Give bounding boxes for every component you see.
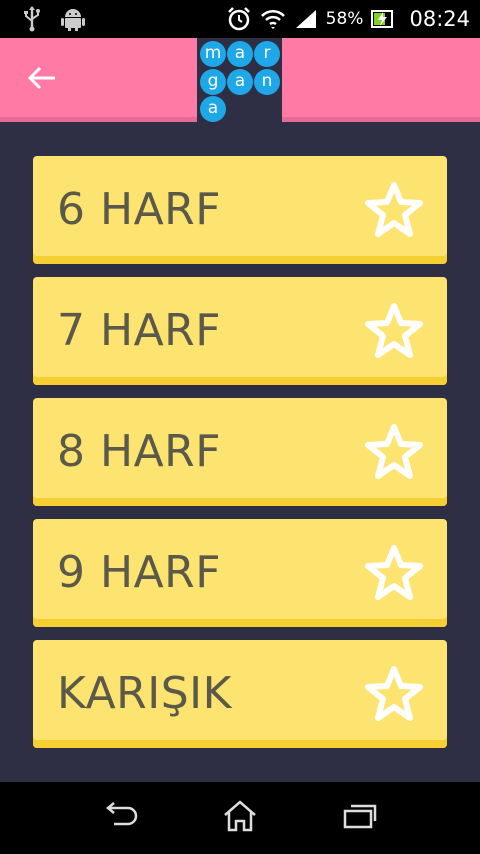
level-9-harf-button[interactable]: 9 HARF	[33, 519, 447, 627]
level-label: KARIŞIK	[57, 668, 232, 719]
app-logo: m a r g a n a	[197, 38, 282, 122]
signal-icon	[294, 8, 318, 30]
nav-back-button[interactable]	[100, 800, 140, 836]
wifi-icon	[260, 7, 286, 31]
level-label: 7 HARF	[57, 305, 222, 356]
logo-letter: m	[200, 41, 226, 67]
logo-letter: a	[200, 96, 226, 122]
battery-charging-icon	[371, 9, 395, 29]
navigation-bar	[0, 782, 480, 854]
logo-letter: r	[254, 41, 280, 67]
star-icon	[363, 301, 425, 363]
logo-letter: a	[227, 69, 253, 95]
star-icon	[363, 180, 425, 242]
logo-letter: g	[200, 69, 226, 95]
battery-percent: 58%	[325, 9, 364, 29]
android-icon	[60, 6, 86, 32]
level-6-harf-button[interactable]: 6 HARF	[33, 156, 447, 264]
logo-letter: n	[254, 69, 280, 95]
alarm-icon	[226, 6, 252, 32]
usb-icon	[22, 6, 42, 32]
star-icon	[363, 543, 425, 605]
back-icon	[102, 802, 138, 834]
level-8-harf-button[interactable]: 8 HARF	[33, 398, 447, 506]
level-label: 8 HARF	[57, 426, 222, 477]
level-7-harf-button[interactable]: 7 HARF	[33, 277, 447, 385]
home-icon	[222, 800, 258, 836]
level-karisik-button[interactable]: KARIŞIK	[33, 640, 447, 748]
clock: 08:24	[409, 7, 470, 31]
level-label: 6 HARF	[57, 184, 222, 235]
nav-home-button[interactable]	[220, 800, 260, 836]
logo-letter: a	[227, 41, 253, 67]
arrow-left-icon	[27, 65, 57, 95]
nav-recent-apps-button[interactable]	[340, 800, 380, 836]
level-label: 9 HARF	[57, 547, 222, 598]
star-icon	[363, 664, 425, 726]
star-icon	[363, 422, 425, 484]
back-button[interactable]	[22, 60, 62, 100]
recent-apps-icon	[342, 802, 378, 834]
status-bar: 58% 08:24	[0, 0, 480, 38]
